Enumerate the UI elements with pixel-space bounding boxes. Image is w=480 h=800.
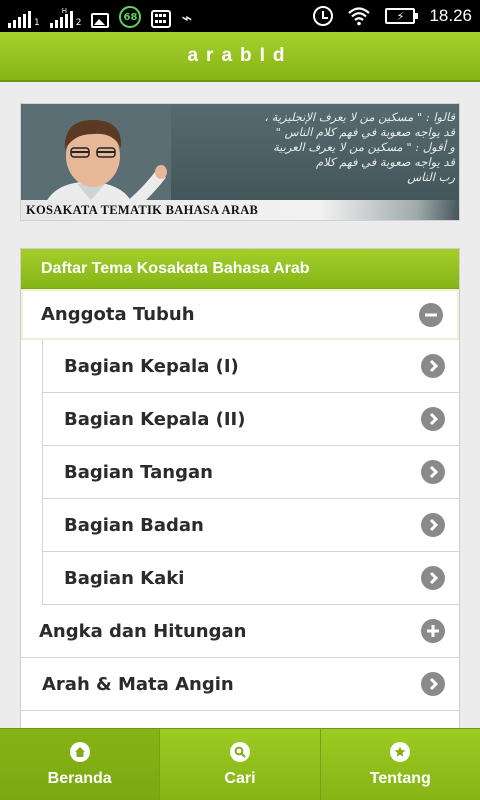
alarm-icon xyxy=(313,6,334,26)
arabic-line: قد يواجه صعوبة في فهم كلام xyxy=(315,155,455,169)
group-angka-dan-hitungan[interactable]: Angka dan Hitungan xyxy=(21,605,459,658)
item-label: Bagian Kaki xyxy=(64,567,185,589)
chevron-right-icon xyxy=(421,672,445,696)
image-notification-icon xyxy=(91,13,110,28)
tab-cari[interactable]: Cari xyxy=(160,729,321,800)
banner-image: قالوا : " مسكين من لا يعرف الإنجليزية ، … xyxy=(20,103,460,221)
battery-charging-icon: ⚡ xyxy=(385,8,419,24)
item-label: Bagian Tangan xyxy=(64,461,213,483)
arabic-line: قد يواجه صعوبة في فهم كلام الناس " xyxy=(275,125,455,139)
group-label: Anggota Tubuh xyxy=(41,304,195,325)
tab-label: Tentang xyxy=(369,769,431,787)
arabic-line: و أقول : " مسكين من لا يعرف العربية xyxy=(273,140,455,154)
sim1-label: 1 xyxy=(34,18,40,28)
theme-list-panel: Daftar Tema Kosakata Bahasa Arab Anggota… xyxy=(20,248,460,738)
arabic-quote: قالوا : " مسكين من لا يعرف الإنجليزية ، … xyxy=(171,110,455,185)
status-bar: 1 H 2 68 ⌁ ⚡ 18.26 xyxy=(0,0,480,32)
tab-label: Cari xyxy=(224,769,256,787)
tab-tentang[interactable]: Tentang xyxy=(320,729,480,800)
chevron-right-icon xyxy=(421,566,445,590)
wifi-icon xyxy=(348,7,371,26)
arabic-line: رب الناس xyxy=(407,170,455,184)
item-label: Bagian Badan xyxy=(64,514,204,536)
list-item-bagian-kepala-2[interactable]: Bagian Kepala (II) xyxy=(42,393,459,446)
home-icon xyxy=(69,741,90,762)
usb-icon: ⌁ xyxy=(181,8,193,29)
banner-caption: KOSAKATA TEMATIK BAHASA ARAB xyxy=(26,203,259,217)
sim2-label: 2 xyxy=(75,18,82,28)
chevron-right-icon xyxy=(421,513,445,537)
network-type-label: H xyxy=(61,7,67,15)
item-label: Bagian Kepala (II) xyxy=(64,408,246,430)
search-icon xyxy=(229,741,250,762)
app-header: arabId xyxy=(0,32,480,82)
chevron-right-icon xyxy=(421,460,445,484)
group-label: Angka dan Hitungan xyxy=(39,620,247,642)
group-label: Arah & Mata Angin xyxy=(42,673,234,695)
list-item-bagian-kepala-1[interactable]: Bagian Kepala (I) xyxy=(42,340,459,393)
signal-icon: 1 xyxy=(8,10,40,28)
list-title: Daftar Tema Kosakata Bahasa Arab xyxy=(21,249,459,289)
item-label: Bagian Kepala (I) xyxy=(64,355,239,377)
minus-circle-icon[interactable] xyxy=(419,302,443,327)
group-anggota-tubuh[interactable]: Anggota Tubuh xyxy=(21,289,459,340)
list-item-bagian-kaki[interactable]: Bagian Kaki xyxy=(42,552,459,605)
star-icon xyxy=(390,741,411,762)
chevron-right-icon xyxy=(421,354,445,378)
list-item-bagian-tangan[interactable]: Bagian Tangan xyxy=(42,446,459,499)
plus-circle-icon[interactable] xyxy=(421,619,445,643)
tab-beranda[interactable]: Beranda xyxy=(0,729,161,800)
group-arah-mata-angin[interactable]: Arah & Mata Angin xyxy=(21,658,459,711)
notification-badge: 68 xyxy=(119,6,142,28)
signal-icon: H 2 xyxy=(49,7,82,28)
app-title: arabId xyxy=(187,45,293,66)
clock: 18.26 xyxy=(429,6,472,25)
tab-label: Beranda xyxy=(47,769,112,787)
bbm-icon xyxy=(151,10,172,28)
list-item-bagian-badan[interactable]: Bagian Badan xyxy=(42,499,459,552)
arabic-line: قالوا : " مسكين من لا يعرف الإنجليزية ، xyxy=(264,110,455,124)
chevron-right-icon xyxy=(421,407,445,431)
bottom-tab-bar: Beranda Cari Tentang xyxy=(0,728,480,800)
